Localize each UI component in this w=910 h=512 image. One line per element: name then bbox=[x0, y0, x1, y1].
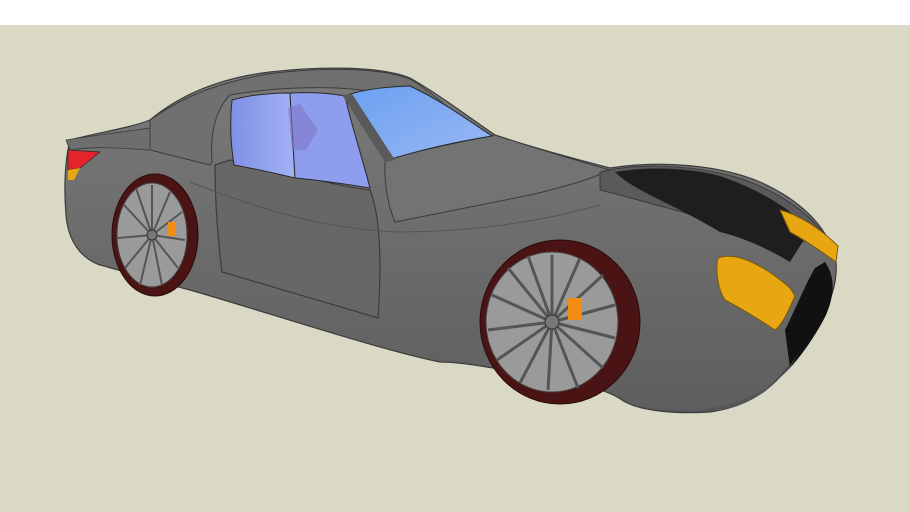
front-brake-caliper bbox=[568, 298, 582, 320]
sketchup-viewport[interactable] bbox=[0, 0, 910, 512]
rear-brake-caliper bbox=[168, 222, 176, 236]
front-wheel bbox=[479, 239, 641, 405]
side-window-rear bbox=[230, 92, 296, 179]
car-scene bbox=[64, 67, 839, 414]
rear-wheel bbox=[111, 173, 199, 297]
